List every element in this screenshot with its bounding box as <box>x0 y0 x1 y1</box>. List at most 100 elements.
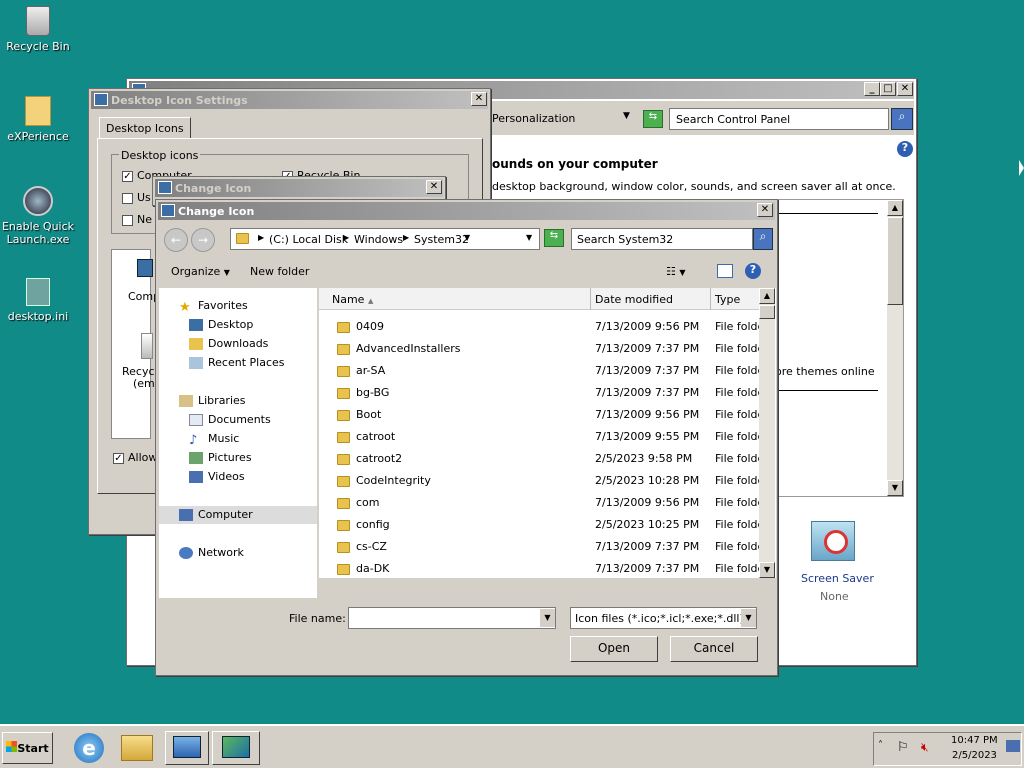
chevron-down-icon[interactable]: ▼ <box>540 609 555 627</box>
file-list-scrollbar[interactable]: ▲ ▼ <box>759 288 775 578</box>
address-bar[interactable]: ▶ (C:) Local Disk ▶ Windows ▶ System32 ▼… <box>230 228 540 250</box>
nav-documents[interactable]: Documents <box>189 413 271 426</box>
column-name[interactable]: Name ▲ <box>332 293 373 306</box>
close-button[interactable]: ✕ <box>471 92 487 106</box>
get-more-themes-link[interactable]: ore themes online <box>775 365 875 378</box>
close-button[interactable]: ✕ <box>757 203 773 217</box>
list-item[interactable]: catroot7/13/2009 9:55 PMFile folder <box>319 426 759 448</box>
breadcrumb-windows[interactable]: Windows <box>354 233 403 246</box>
flag-icon[interactable]: ⚐ <box>897 740 909 755</box>
help-icon[interactable]: ? <box>745 263 761 279</box>
desktop-icon-recycle-bin[interactable]: Recycle Bin <box>0 6 78 53</box>
column-date-modified[interactable]: Date modified <box>595 293 673 306</box>
desktop-icon-desktop-ini[interactable]: desktop.ini <box>0 278 78 323</box>
forward-button[interactable]: → <box>191 228 215 252</box>
list-item[interactable]: bg-BG7/13/2009 7:37 PMFile folder <box>319 382 759 404</box>
maximize-button[interactable]: □ <box>880 82 896 96</box>
taskbar-control-panel[interactable] <box>165 731 209 765</box>
organize-menu[interactable]: Organize ▼ <box>171 265 230 278</box>
windows-logo-icon <box>6 741 18 752</box>
checkbox-network[interactable]: Ne <box>122 213 152 226</box>
taskbar-desktop-icon-settings[interactable] <box>212 731 260 765</box>
speaker-muted-icon[interactable]: 🔇︎ <box>921 740 929 755</box>
list-item[interactable]: AdvancedInstallers 7/13/2009 7:37 PM File … <box>319 338 759 360</box>
screen-saver-label[interactable]: Screen Saver <box>801 572 874 585</box>
breadcrumb[interactable]: Personalization <box>492 112 575 125</box>
nav-desktop[interactable]: Desktop <box>189 318 253 331</box>
desktop-icon-experience[interactable]: eXPerience <box>0 96 78 143</box>
star-icon: ★ <box>179 300 191 315</box>
show-hidden-icons[interactable]: ˄ <box>878 740 883 751</box>
clock-date[interactable]: 2/5/2023 <box>952 750 997 761</box>
nav-favorites[interactable]: ★ Favorites <box>179 299 248 315</box>
scroll-up-arrow[interactable]: ▲ <box>759 288 775 304</box>
search-input[interactable]: Search Control Panel <box>669 108 889 130</box>
screen-saver-icon[interactable] <box>811 521 855 561</box>
close-button[interactable]: ✕ <box>897 82 913 96</box>
dialog-title-bar[interactable]: Change Icon <box>155 179 443 197</box>
search-input[interactable]: Search System32 <box>571 228 753 250</box>
nav-music[interactable]: ♪ Music <box>189 432 239 448</box>
new-folder-button[interactable]: New folder <box>250 265 309 278</box>
themes-scrollbar[interactable]: ▲ ▼ <box>887 200 903 496</box>
chevron-down-icon[interactable]: ▼ <box>464 233 470 242</box>
dialog-title-bar[interactable]: Change Icon <box>158 202 775 220</box>
desktop-icon-enable-quick-launch[interactable]: Enable Quick Launch.exe <box>0 186 78 246</box>
chevron-down-icon[interactable]: ▼ <box>623 111 630 121</box>
cancel-button[interactable]: Cancel <box>670 636 758 662</box>
nav-videos[interactable]: Videos <box>189 470 245 483</box>
preview-pane-icon[interactable] <box>717 264 733 278</box>
tab-desktop-icons[interactable]: Desktop Icons <box>99 117 191 139</box>
list-item[interactable]: da-DK7/13/2009 7:37 PMFile folder <box>319 558 759 576</box>
breadcrumb-system32[interactable]: System32 <box>414 233 469 246</box>
music-icon: ♪ <box>189 433 198 448</box>
list-item[interactable]: Boot7/13/2009 9:56 PMFile folder <box>319 404 759 426</box>
close-button[interactable]: ✕ <box>426 180 442 194</box>
minimize-button[interactable]: _ <box>864 82 880 96</box>
view-options-icon[interactable]: ☷ ▼ <box>666 265 686 278</box>
scroll-thumb[interactable] <box>759 305 775 319</box>
nav-recent-places[interactable]: Recent Places <box>189 356 285 369</box>
column-type[interactable]: Type <box>715 293 740 306</box>
file-name-input[interactable] <box>348 607 556 629</box>
nav-downloads[interactable]: Downloads <box>189 337 268 350</box>
list-item[interactable]: 04097/13/2009 9:56 PMFile folder <box>319 316 759 338</box>
clock-time[interactable]: 10:47 PM <box>951 735 998 746</box>
checkbox-user-files[interactable]: Us <box>122 191 151 204</box>
list-item[interactable]: ar-SA7/13/2009 7:37 PMFile folder <box>319 360 759 382</box>
list-item[interactable]: config2/5/2023 10:25 PMFile folder <box>319 514 759 536</box>
network-icon[interactable] <box>1006 740 1020 752</box>
folder-icon <box>337 365 350 377</box>
checkbox-allow-themes[interactable]: ✓ Allow <box>113 451 157 464</box>
scroll-down-arrow[interactable]: ▼ <box>887 480 903 496</box>
nav-computer[interactable]: Computer <box>179 508 253 521</box>
list-item[interactable]: CodeIntegrity2/5/2023 10:28 PMFile folde… <box>319 470 759 492</box>
list-item[interactable]: com7/13/2009 9:56 PMFile folder <box>319 492 759 514</box>
folder-icon <box>236 233 249 244</box>
back-button[interactable]: ← <box>164 228 188 252</box>
start-button[interactable]: Start <box>2 732 53 764</box>
help-icon[interactable]: ? <box>897 141 913 157</box>
nav-libraries[interactable]: Libraries <box>179 394 246 407</box>
chevron-down-icon[interactable]: ▼ <box>741 609 756 627</box>
search-icon[interactable]: ⌕ <box>891 108 913 130</box>
breadcrumb-local-disk[interactable]: (C:) Local Disk <box>269 233 348 246</box>
internet-explorer-icon[interactable]: e <box>74 733 104 763</box>
search-icon[interactable]: ⌕ <box>753 228 773 250</box>
refresh-icon[interactable]: ⇆ <box>544 229 564 247</box>
scroll-down-arrow[interactable]: ▼ <box>759 562 775 578</box>
scroll-up-arrow[interactable]: ▲ <box>887 200 903 216</box>
list-item[interactable]: catroot22/5/2023 9:58 PMFile folder <box>319 448 759 470</box>
list-item[interactable]: cs-CZ7/13/2009 7:37 PMFile folder <box>319 536 759 558</box>
refresh-icon[interactable]: ⇆ <box>643 110 663 128</box>
column-divider[interactable] <box>710 288 711 310</box>
file-type-select[interactable]: Icon files (*.ico;*.icl;*.exe;*.dll) <box>570 607 757 629</box>
chevron-down-icon[interactable]: ▼ <box>526 233 532 242</box>
nav-pictures[interactable]: Pictures <box>189 451 252 464</box>
scroll-thumb[interactable] <box>887 217 903 305</box>
open-button[interactable]: Open <box>570 636 658 662</box>
column-divider[interactable] <box>590 288 591 310</box>
folder-icon[interactable] <box>121 735 153 761</box>
nav-network[interactable]: Network <box>179 546 244 559</box>
dialog-title-bar[interactable]: Desktop Icon Settings <box>91 91 488 109</box>
